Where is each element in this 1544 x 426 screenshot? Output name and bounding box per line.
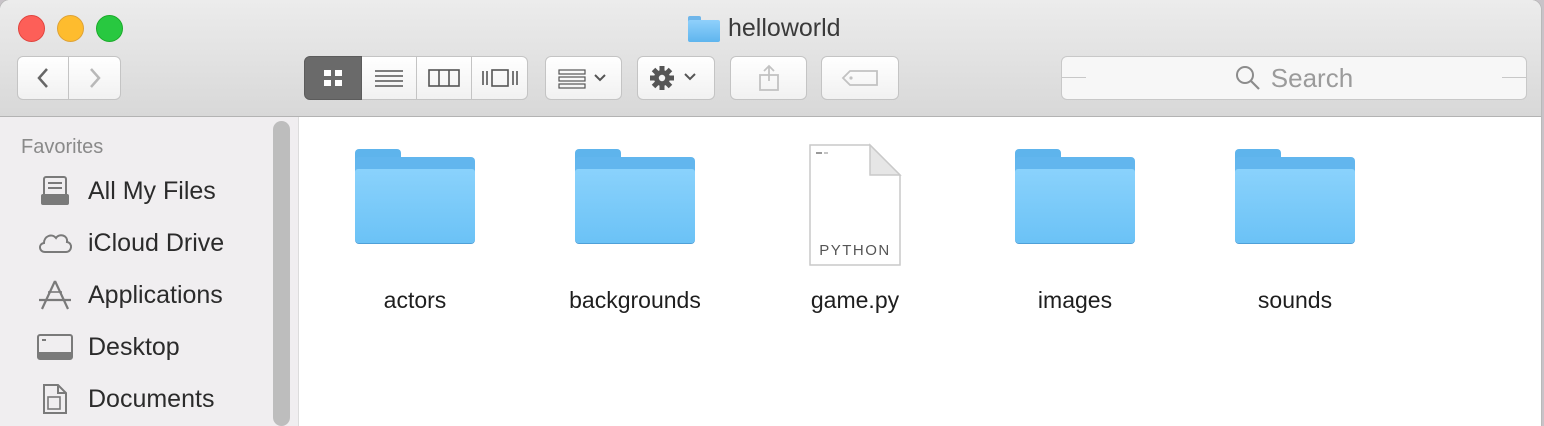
folder-icon [1235, 149, 1355, 245]
sidebar-item-icloud-drive[interactable]: iCloud Drive [36, 223, 224, 263]
tag-icon [841, 70, 878, 86]
sidebar-item-applications[interactable]: Applications [36, 275, 223, 315]
cover-flow-icon [481, 69, 518, 87]
column-view-button[interactable] [417, 56, 472, 100]
sidebar-heading-favorites: Favorites [21, 136, 104, 158]
file-name: sounds [1257, 287, 1333, 313]
window-title-text: helloworld [728, 14, 841, 42]
view-mode-control [304, 56, 528, 100]
documents-icon [36, 380, 74, 418]
back-forward-control [17, 56, 121, 100]
file-item[interactable]: backgrounds [535, 127, 735, 327]
desktop-icon [36, 328, 74, 366]
title-bar: helloworld Search [0, 0, 1541, 117]
share-button[interactable] [730, 56, 807, 100]
python-file-icon: PYTHON [809, 143, 902, 266]
action-button[interactable] [637, 56, 715, 100]
back-button[interactable] [17, 56, 69, 100]
list-view-button[interactable] [362, 56, 417, 100]
list-view-icon [375, 70, 403, 87]
sidebar-item-label: Desktop [88, 332, 180, 361]
file-item[interactable]: images [975, 127, 1175, 327]
tag-button[interactable] [821, 56, 899, 100]
file-item[interactable]: sounds [1195, 127, 1395, 327]
file-name: backgrounds [569, 287, 701, 313]
file-browser-content: actors backgrounds PYTHON game.py images [299, 117, 1541, 426]
file-item[interactable]: actors [315, 127, 515, 327]
sidebar-item-desktop[interactable]: Desktop [36, 327, 180, 367]
forward-button[interactable] [69, 56, 121, 100]
sidebar-scrollbar[interactable] [273, 121, 290, 426]
gear-icon [650, 66, 696, 90]
column-view-icon [428, 69, 460, 87]
chevron-right-icon [89, 68, 101, 88]
sidebar-item-documents[interactable]: Documents [36, 379, 214, 419]
sidebar-item-label: iCloud Drive [88, 228, 225, 257]
folder-icon [355, 149, 475, 245]
all-files-icon [36, 172, 74, 210]
file-name: actors [383, 287, 447, 313]
share-icon [758, 64, 779, 91]
file-name: images [1037, 287, 1113, 313]
file-item[interactable]: PYTHON game.py [755, 127, 955, 327]
cloud-icon [36, 224, 74, 262]
applications-icon [36, 276, 74, 314]
cover-flow-view-button[interactable] [472, 56, 528, 100]
search-icon [1235, 66, 1260, 90]
arrange-button[interactable] [545, 56, 622, 100]
sidebar-item-label: Applications [88, 280, 223, 309]
icon-view-button[interactable] [304, 56, 362, 100]
arrange-grid-icon [557, 69, 606, 89]
close-window-button[interactable] [18, 15, 45, 42]
chevron-left-icon [37, 68, 48, 88]
search-edge-right [1502, 77, 1526, 78]
finder-window: helloworld Search Favorites All My Files… [0, 0, 1541, 426]
window-title: helloworld [688, 14, 841, 43]
folder-icon [1015, 149, 1135, 245]
file-type-badge: PYTHON [819, 242, 891, 259]
icon-view-icon [324, 70, 342, 86]
search-edge-left [1062, 77, 1086, 78]
sidebar-item-label: All My Files [88, 176, 216, 205]
file-name: game.py [810, 287, 900, 313]
sidebar: Favorites All My Files iCloud Drive Appl… [0, 117, 299, 426]
sidebar-item-label: Documents [88, 384, 215, 413]
search-placeholder: Search [1270, 62, 1354, 93]
zoom-window-button[interactable] [96, 15, 123, 42]
folder-icon [688, 15, 720, 42]
sidebar-item-all-my-files[interactable]: All My Files [36, 171, 216, 211]
minimize-window-button[interactable] [57, 15, 84, 42]
search-field[interactable]: Search [1061, 56, 1527, 100]
folder-icon [575, 149, 695, 245]
